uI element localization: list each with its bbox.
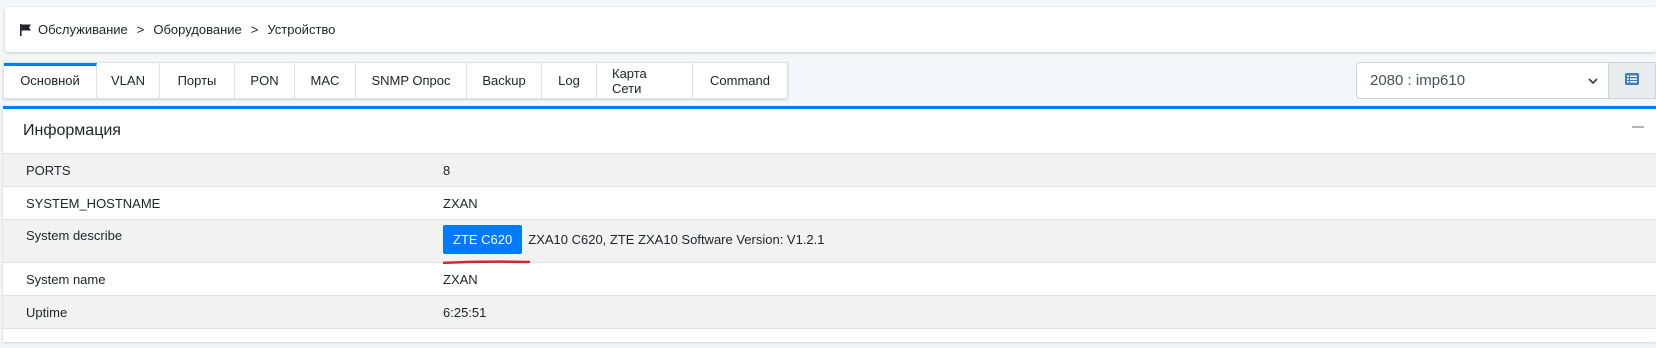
list-button[interactable]	[1609, 62, 1656, 99]
row-value: 8	[443, 162, 451, 178]
row-key: System name	[26, 271, 106, 287]
info-card: Информация PORTS 8 SYSTEM_HOSTNAME ZXAN …	[3, 106, 1656, 342]
tab-vlan[interactable]: VLAN	[97, 63, 160, 98]
info-card-header: Информация	[3, 109, 1656, 154]
row-key: Uptime	[26, 304, 68, 320]
breadcrumb-separator: >	[250, 22, 259, 37]
tab-log[interactable]: Log	[542, 63, 597, 98]
tab-network-map[interactable]: Карта Сети	[597, 63, 693, 98]
tab-bar: Основной VLAN Порты PON MAC SNMP Опрос B…	[3, 62, 788, 99]
table-row: PORTS 8	[3, 154, 1656, 187]
model-badge[interactable]: ZTE C620	[443, 225, 531, 265]
tab-mac[interactable]: MAC	[295, 63, 356, 98]
tab-ports[interactable]: Порты	[160, 63, 235, 98]
info-card-title: Информация	[23, 122, 121, 139]
minus-icon[interactable]	[1632, 126, 1644, 128]
row-value: ZXAN	[443, 271, 478, 287]
tab-command[interactable]: Command	[693, 63, 787, 98]
table-row: System describe ZTE C620 ZXA10 C620, ZTE…	[3, 220, 1656, 265]
tab-snmp[interactable]: SNMP Опрос	[356, 63, 467, 98]
device-select[interactable]: 2080 : imp610	[1356, 62, 1609, 99]
row-key: SYSTEM_HOSTNAME	[26, 195, 161, 211]
breadcrumb-item-equipment[interactable]: Оборудование	[153, 22, 241, 37]
row-value: ZXA10 C620, ZTE ZXA10 Software Version: …	[528, 232, 825, 247]
tab-main[interactable]: Основной	[4, 63, 97, 98]
breadcrumb-item-maintenance[interactable]: Обслуживание	[38, 22, 128, 37]
breadcrumb-separator: >	[136, 22, 145, 37]
list-icon	[1625, 73, 1639, 88]
chevron-down-icon	[1587, 74, 1599, 86]
table-row: System name ZXAN	[3, 263, 1656, 296]
breadcrumb: Обслуживание > Оборудование > Устройство	[5, 7, 1656, 52]
device-select-value: 2080 : imp610	[1370, 72, 1466, 89]
row-value-container: ZTE C620 ZXA10 C620, ZTE ZXA10 Software …	[443, 225, 1656, 265]
tab-backup[interactable]: Backup	[467, 63, 542, 98]
model-badge-label: ZTE C620	[453, 232, 513, 247]
row-value: 6:25:51	[443, 304, 487, 320]
table-row: Uptime 6:25:51	[3, 296, 1656, 329]
tab-pon[interactable]: PON	[235, 63, 295, 98]
row-value: ZXAN	[443, 195, 478, 211]
table-row: SYSTEM_HOSTNAME ZXAN	[3, 187, 1656, 220]
red-underline-annotation	[443, 260, 531, 265]
row-key: PORTS	[26, 162, 71, 178]
row-key: System describe	[26, 228, 123, 243]
breadcrumb-item-device: Устройство	[267, 22, 336, 37]
flag-icon	[19, 23, 33, 37]
